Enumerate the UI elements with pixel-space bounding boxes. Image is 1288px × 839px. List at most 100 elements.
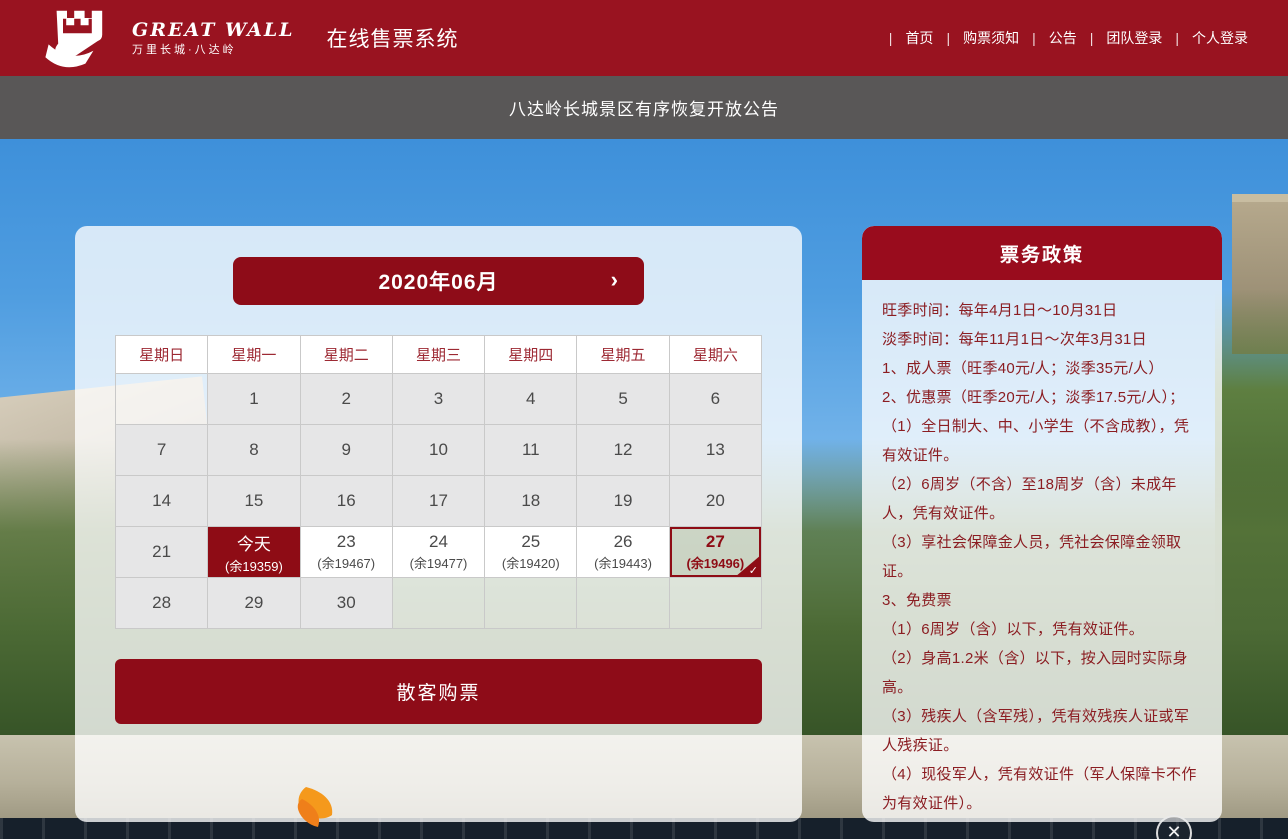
nav-item[interactable]: 团队登录 (1077, 28, 1163, 48)
date-number: 27 (706, 532, 725, 552)
nav-item[interactable]: 购票须知 (933, 28, 1019, 48)
policy-line: 旺季时间：每年4月1日～10月31日 (882, 296, 1202, 325)
calendar-cell: 1 (208, 374, 300, 425)
policy-line: 1、成人票（旺季40元/人；淡季35元/人） (882, 354, 1202, 383)
calendar-cell[interactable]: 25 (余19420) (485, 527, 577, 578)
calendar-cell: 28 (116, 578, 208, 629)
policy-line: 2、优惠票（旺季20元/人；淡季17.5元/人）； (882, 383, 1202, 412)
calendar-cell: 10 (393, 425, 485, 476)
remaining-count: (余19420) (502, 553, 560, 572)
date-number: 30 (337, 593, 356, 613)
remaining-count: (余19467) (317, 553, 375, 572)
announcement-banner: 八达岭长城景区有序恢复开放公告 (0, 76, 1288, 139)
date-number: 18 (521, 491, 540, 511)
calendar-cell: 14 (116, 476, 208, 527)
nav-item[interactable]: 个人登录 (1162, 28, 1248, 48)
brand-name: GREAT WALL (132, 20, 295, 41)
calendar-cell: 12 (577, 425, 669, 476)
policy-line: （2）身高1.2米（含）以下，按入园时实际身高。 (882, 644, 1202, 702)
date-number: 25 (521, 532, 540, 552)
remaining-count: (余19359) (225, 556, 283, 575)
date-number: 23 (337, 532, 356, 552)
brand-text: GREAT WALL 万里长城·八达岭 (132, 20, 295, 57)
calendar-cell: 7 (116, 425, 208, 476)
calendar-cell: 19 (577, 476, 669, 527)
date-number: 19 (614, 491, 633, 511)
calendar-cell: 3 (393, 374, 485, 425)
month-selector-button[interactable]: 2020年06月 › (233, 257, 644, 305)
date-number: 28 (152, 593, 171, 613)
calendar-cell (393, 578, 485, 629)
page: GREAT WALL 万里长城·八达岭 在线售票系统 首页购票须知公告团队登录个… (0, 0, 1288, 839)
calendar-cell[interactable]: 27 (余19496) (670, 527, 762, 578)
calendar-cell: 17 (393, 476, 485, 527)
weekday-label: 星期五 (577, 336, 669, 374)
individual-purchase-button[interactable]: 散客购票 (115, 659, 762, 724)
calendar-cell[interactable]: 23 (余19467) (301, 527, 393, 578)
ticket-policy-panel: 票务政策 旺季时间：每年4月1日～10月31日淡季时间：每年11月1日～次年3月… (862, 226, 1222, 822)
policy-title: 票务政策 (1000, 240, 1084, 267)
calendar-cell[interactable]: 24 (余19477) (393, 527, 485, 578)
weekday-header-row: 星期日星期一星期二星期三星期四星期五星期六 (116, 336, 762, 374)
calendar-cell[interactable]: 26 (余19443) (577, 527, 669, 578)
policy-line: （1）6周岁（含）以下，凭有效证件。 (882, 615, 1202, 644)
date-number: 11 (522, 440, 540, 460)
remaining-count: (余19477) (410, 553, 468, 572)
date-number: 9 (341, 440, 350, 460)
date-number: 5 (618, 389, 627, 409)
calendar-table: 星期日星期一星期二星期三星期四星期五星期六 1 (115, 335, 762, 629)
weekday-label: 星期日 (116, 336, 208, 374)
date-number: 16 (337, 491, 356, 511)
greatwall-logo-icon (36, 6, 122, 70)
policy-line: （2）6周岁（不含）至18周岁（含）未成年人，凭有效证件。 (882, 470, 1202, 528)
date-number: 2 (341, 389, 350, 409)
policy-line: 3、免费票 (882, 586, 1202, 615)
month-label: 2020年06月 (378, 266, 498, 296)
policy-line: （3）享社会保障金人员，凭社会保障金领取证。 (882, 528, 1202, 586)
calendar-cell (116, 374, 208, 425)
policy-line: （3）残疾人（含军残），凭有效残疾人证或军人残疾证。 (882, 702, 1202, 760)
nav-item[interactable]: 公告 (1019, 28, 1077, 48)
calendar-cell (485, 578, 577, 629)
calendar-cell: 29 (208, 578, 300, 629)
date-number: 20 (706, 491, 725, 511)
system-title: 在线售票系统 (327, 23, 459, 53)
calendar-cell: 30 (301, 578, 393, 629)
date-number: 14 (152, 491, 171, 511)
weekday-label: 星期四 (485, 336, 577, 374)
date-number: 15 (244, 491, 263, 511)
calendar-cell (577, 578, 669, 629)
calendar-cell: 2 (301, 374, 393, 425)
date-number: 13 (706, 440, 725, 460)
date-number: 21 (152, 542, 171, 562)
weekday-label: 星期六 (670, 336, 762, 374)
calendar-panel: 2020年06月 › 星期日星期一星期二星期三星期四星期五星期六 (75, 226, 802, 822)
next-month-arrow-icon[interactable]: › (611, 267, 618, 293)
app-header: GREAT WALL 万里长城·八达岭 在线售票系统 首页购票须知公告团队登录个… (0, 0, 1288, 76)
brand-subtitle: 万里长城·八达岭 (132, 44, 295, 56)
date-number: 6 (711, 389, 720, 409)
date-number: 7 (157, 440, 166, 460)
calendar-cell: 16 (301, 476, 393, 527)
calendar-cell: 5 (577, 374, 669, 425)
calendar-cell: 6 (670, 374, 762, 425)
date-number: 8 (249, 440, 258, 460)
policy-line: （4）现役军人，凭有效证件（军人保障卡不作为有效证件）。 (882, 760, 1202, 818)
calendar-cell: 13 (670, 425, 762, 476)
calendar-cell: 8 (208, 425, 300, 476)
policy-line: 淡季时间：每年11月1日～次年3月31日 (882, 325, 1202, 354)
calendar-grid: 1 2 3 4 (116, 374, 762, 629)
announcement-link[interactable]: 八达岭长城景区有序恢复开放公告 (509, 95, 779, 120)
date-number: 29 (244, 593, 263, 613)
nav-item[interactable]: 首页 (876, 28, 934, 48)
weekday-label: 星期二 (301, 336, 393, 374)
weekday-label: 星期三 (393, 336, 485, 374)
calendar-cell[interactable]: 今天 (余19359) (208, 527, 300, 578)
calendar-cell: 20 (670, 476, 762, 527)
date-number: 12 (614, 440, 633, 460)
date-number: 17 (429, 491, 448, 511)
date-number: 1 (249, 389, 258, 409)
calendar-cell: 9 (301, 425, 393, 476)
brand: GREAT WALL 万里长城·八达岭 (36, 6, 313, 70)
main-nav: 首页购票须知公告团队登录个人登录 (876, 28, 1248, 48)
